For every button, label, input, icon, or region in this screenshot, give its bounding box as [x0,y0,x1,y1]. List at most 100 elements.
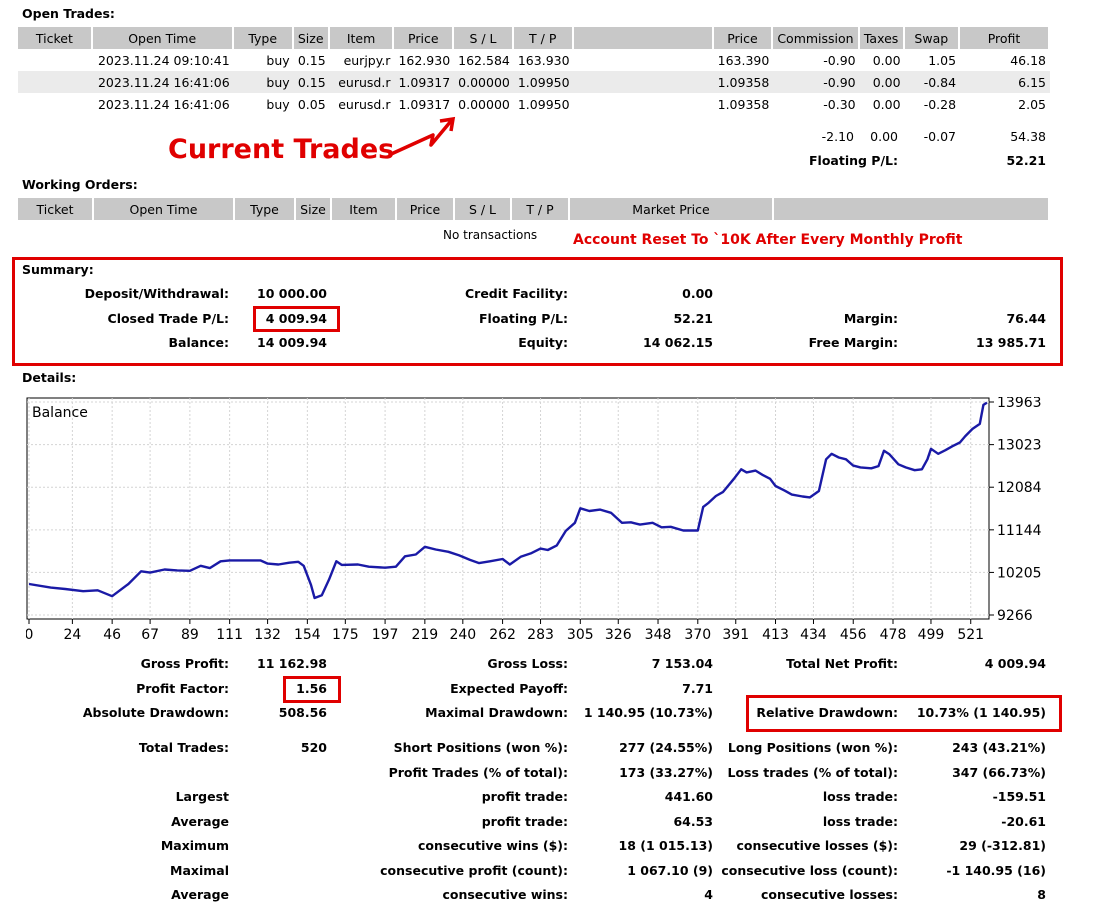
col-type[interactable]: Type [235,198,296,220]
largest-loss-value: -159.51 [992,789,1046,804]
col-open-time[interactable]: Open Time [92,27,234,49]
col-size[interactable]: Size [293,27,330,49]
cell-type: buy [233,71,294,93]
cell-price: 1.09317 [398,96,451,112]
col-open-time[interactable]: Open Time [94,198,235,220]
cell-cur-price: 1.09358 [713,71,774,93]
summary-title: Summary: [22,262,94,277]
col-commission[interactable]: Commission [773,27,860,49]
table-row[interactable]: 2023.11.24 09:10:41 buy 0.15 eurjpy.r 16… [18,49,1050,71]
col-item[interactable]: Item [329,27,395,49]
col-item[interactable]: Item [332,198,397,220]
col-sl[interactable]: S / L [454,27,514,49]
col-tp[interactable]: T / P [513,27,574,49]
maximal-profit-label: consecutive profit (count): [380,863,568,878]
maximal-loss-value: -1 140.95 (16) [946,863,1046,878]
max-cons-losses-value: 29 (-312.81) [959,838,1046,853]
gross-profit-value: 11 162.98 [257,656,327,671]
col-sl[interactable]: S / L [455,198,512,220]
maximal-label: Maximal [170,863,229,878]
cell-sl: 162.584 [458,52,510,68]
x-tick-label: 391 [722,627,749,643]
cell-item: eurjpy.r [343,52,391,68]
balance-chart-svg: 13963 13023 12084 11144 10205 9266 0 24 46 67 89 11… [25,395,1042,643]
largest-loss-label: loss trade: [822,789,898,804]
cell-blank [574,49,714,71]
col-blank [774,198,1050,220]
deposit-value: 10 000.00 [257,286,327,301]
loss-trades-label: Loss trades (% of total): [727,765,898,780]
total-trades-value: 520 [300,740,327,755]
col-swap[interactable]: Swap [904,27,961,49]
cell-ticket [18,49,93,71]
y-tick-label: 13963 [997,397,1042,411]
balance-label: Balance: [168,335,229,350]
col-ticket[interactable]: Ticket [18,198,94,220]
cell-tp: 163.930 [517,52,570,68]
cell-taxes: 0.00 [859,71,905,93]
cell-profit: 2.05 [1018,96,1046,112]
x-tick-label: 67 [141,627,159,643]
x-tick-label: 456 [840,627,867,643]
x-tick-label: 413 [762,627,789,643]
col-size[interactable]: Size [296,198,332,220]
balance-chart: 13963 13023 12084 11144 10205 9266 0 24 46 67 89 11… [25,395,1050,645]
cell-tp: 1.09950 [517,96,570,112]
col-price[interactable]: Price [397,198,455,220]
max-cons-losses-label: consecutive losses ($): [736,838,898,853]
average-profit-value: 64.53 [673,814,713,829]
col-tp[interactable]: T / P [512,198,570,220]
max-cons-wins-label: consecutive wins ($): [417,838,568,853]
col-cur-price[interactable]: Price [713,27,774,49]
floating-pl-label: Floating P/L: [809,153,898,168]
x-tick-label: 434 [800,627,827,643]
cell-item: eurusd.r [338,96,391,112]
cell-price: 162.930 [398,52,451,68]
table-row[interactable]: 2023.11.24 16:41:06 buy 0.05 eurusd.r 1.… [18,93,1050,115]
cell-item: eurusd.r [329,71,395,93]
col-taxes[interactable]: Taxes [859,27,905,49]
cell-taxes: 0.00 [872,96,901,112]
avg-cons-wins-value: 4 [704,887,713,902]
cell-cur-price: 1.09358 [717,96,770,112]
gross-loss-value: 7 153.04 [651,656,713,671]
col-market-price[interactable]: Market Price [570,198,774,220]
profit-factor-value: 1.56 [296,681,327,696]
cell-commission: -0.90 [773,71,860,93]
profit-trades-value: 173 (33.27%) [619,765,713,780]
col-blank [573,27,714,49]
credit-label: Credit Facility: [464,286,568,301]
cell-cur-price: 163.390 [717,52,770,68]
closed-pl-value: 4 009.94 [265,311,327,326]
maximum-label: Maximum [160,838,229,853]
working-orders-title: Working Orders: [22,177,138,192]
no-transactions-text: No transactions [443,228,538,242]
col-price[interactable]: Price [394,27,455,49]
cell-type: buy [266,52,290,68]
col-profit[interactable]: Profit [960,27,1050,49]
short-value: 277 (24.55%) [619,740,713,755]
maximal-loss-label: consecutive loss (count): [721,863,898,878]
loss-trades-value: 347 (66.73%) [952,765,1046,780]
cell-blank [574,93,714,115]
y-tick-label: 12084 [997,480,1042,496]
table-row[interactable]: 2023.11.24 16:41:06 buy 0.15 eurusd.r 1.… [18,71,1050,93]
cell-swap: 1.05 [928,52,957,68]
gross-loss-label: Gross Loss: [487,656,568,671]
y-tick-label: 9266 [997,608,1033,624]
cell-ticket [18,93,93,115]
average-profit-label: profit trade: [481,814,568,829]
avg-cons-wins-label: consecutive wins: [442,887,568,902]
total-commission: -2.10 [821,129,854,144]
average-label: Average [171,814,229,829]
profit-trades-label: Profit Trades (% of total): [388,765,568,780]
total-swap: -0.07 [923,129,956,144]
cell-open-time: 2023.11.24 16:41:06 [97,96,230,112]
col-type[interactable]: Type [233,27,294,49]
col-ticket[interactable]: Ticket [18,27,93,49]
total-net-value: 4 009.94 [984,656,1046,671]
chart-legend-label: Balance [32,405,88,421]
x-tick-label: 348 [645,627,672,643]
cell-swap: -0.28 [923,96,957,112]
x-tick-label: 499 [918,627,945,643]
